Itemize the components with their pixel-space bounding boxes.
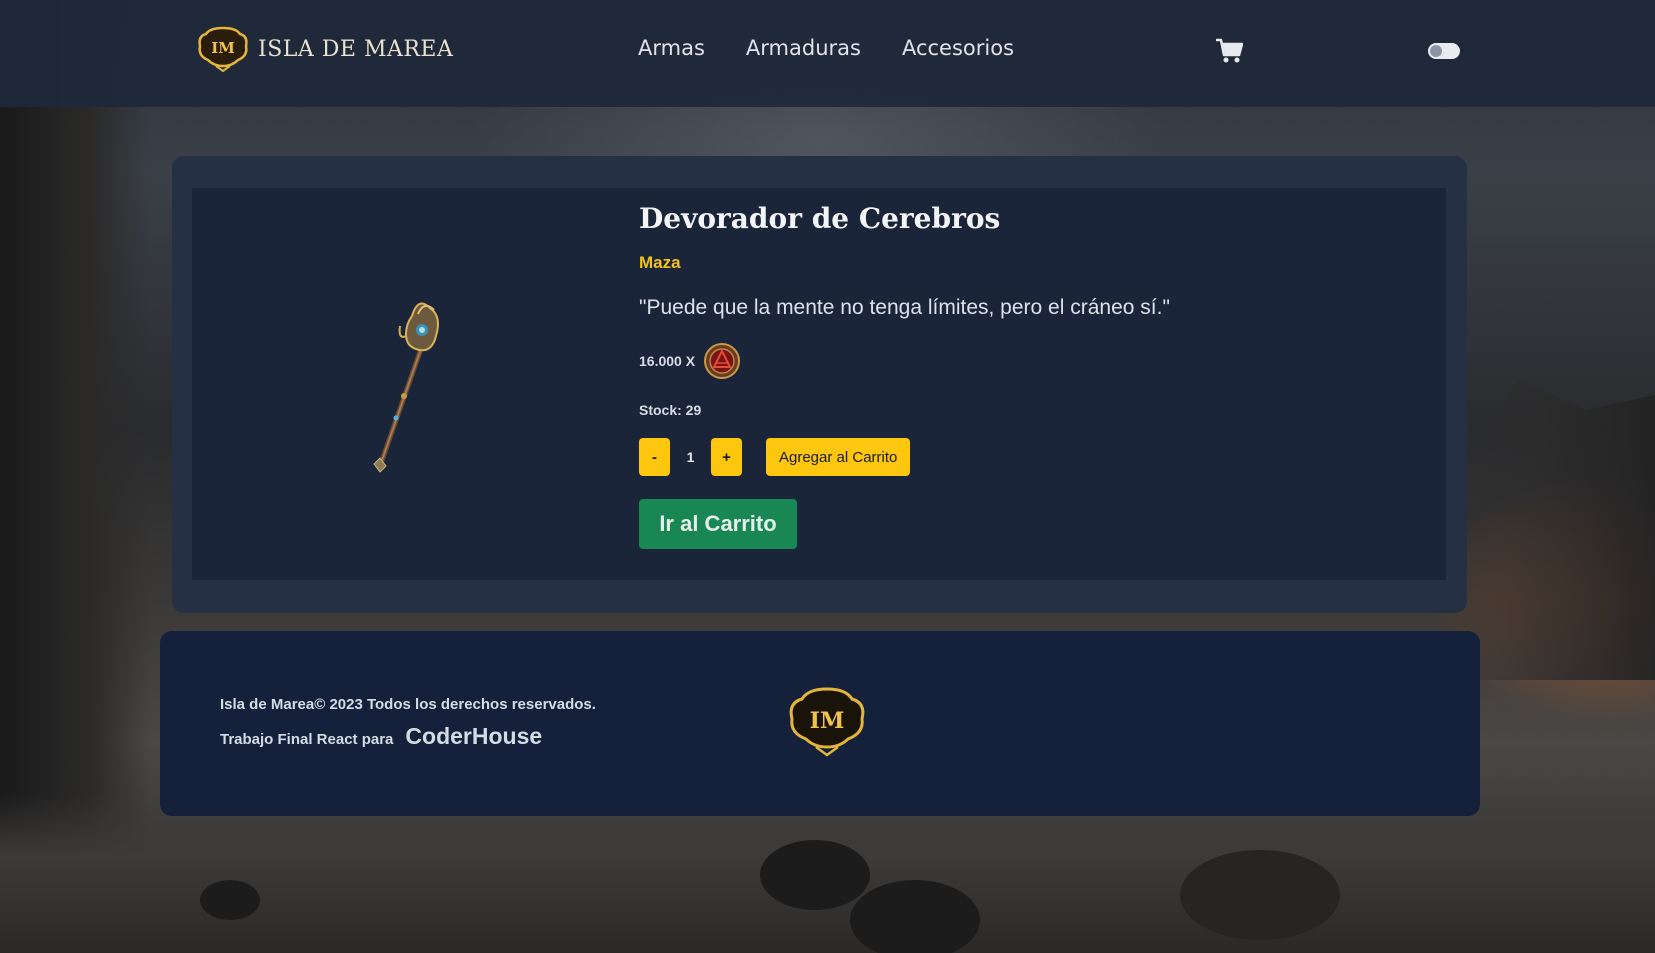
product-description: "Puede que la mente no tenga límites, pe… — [639, 296, 1170, 319]
product-detail-card: Devorador de Cerebros Maza "Puede que la… — [172, 156, 1467, 613]
main-nav: Armas Armaduras Accesorios — [638, 36, 1014, 60]
nav-link-accesorios[interactable]: Accesorios — [902, 36, 1014, 60]
brand-name: ISLA DE MAREA — [258, 36, 454, 62]
background-boulder — [200, 880, 260, 920]
coderhouse-link[interactable]: CoderHouse — [405, 723, 542, 750]
brand-link[interactable]: IM ISLA DE MAREA — [196, 26, 453, 72]
product-title: Devorador de Cerebros — [639, 202, 1001, 235]
quantity-value: 1 — [686, 449, 695, 465]
product-price: 16.000 X — [639, 353, 696, 369]
navbar: IM ISLA DE MAREA Armas Armaduras Accesor… — [0, 0, 1655, 107]
background-boulder — [760, 840, 870, 910]
decrement-button[interactable]: - — [639, 438, 670, 476]
background-boulder — [850, 880, 980, 953]
price-row: 16.000 X — [639, 342, 1170, 380]
brand-logo-icon: IM — [198, 26, 248, 72]
increment-button[interactable]: + — [711, 438, 742, 476]
footer-logo-text: IM — [810, 708, 845, 734]
gold-coin-icon — [704, 343, 741, 379]
footer-copyright: Isla de Marea© 2023 Todos los derechos r… — [220, 696, 596, 713]
go-to-cart-button[interactable]: Ir al Carrito — [639, 499, 797, 549]
brand-logo-text: IM — [211, 39, 235, 57]
product-category: Maza — [639, 253, 681, 272]
footer-credit: Trabajo Final React para CoderHouse — [220, 723, 542, 750]
toggle-knob — [1430, 45, 1442, 57]
product-info: Devorador de Cerebros Maza "Puede que la… — [639, 202, 1170, 549]
stock-info: Stock: 29 — [639, 402, 702, 418]
theme-toggle-switch[interactable] — [1428, 43, 1460, 59]
add-to-cart-button[interactable]: Agregar al Carrito — [766, 438, 911, 476]
nav-link-armas[interactable]: Armas — [638, 36, 705, 60]
shopping-cart-icon[interactable] — [1215, 38, 1243, 64]
product-detail-inner: Devorador de Cerebros Maza "Puede que la… — [192, 188, 1446, 580]
background-boulder — [1180, 850, 1340, 940]
footer-logo-icon: IM — [789, 687, 865, 757]
footer-made-for: Trabajo Final React para — [220, 731, 394, 748]
footer: Isla de Marea© 2023 Todos los derechos r… — [160, 631, 1480, 816]
quantity-controls: - 1 + Agregar al Carrito — [639, 438, 1170, 476]
product-image-mace — [373, 302, 439, 473]
nav-link-armaduras[interactable]: Armaduras — [746, 36, 861, 60]
